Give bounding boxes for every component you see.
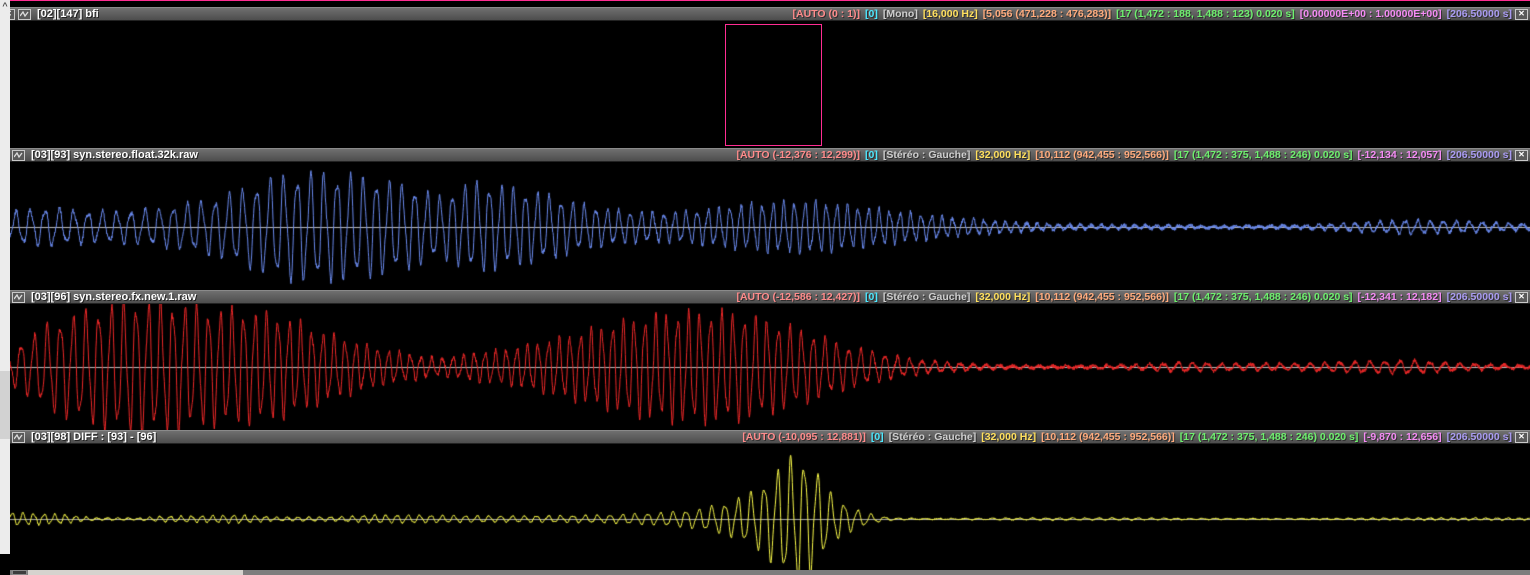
status-field: [17 (1,472 : 375, 1,488 : 246) 0.020 s] (1174, 291, 1353, 303)
status-field: [Stéréo : Gauche] (883, 149, 971, 161)
status-field: [206.50000 s] (1447, 291, 1512, 303)
status-row: [AUTO (-10,095 : 12,881)] [0] [Stéréo : Ga… (742, 431, 1512, 443)
status-field: [10,112 (942,455 : 952,566)] (1035, 149, 1169, 161)
status-field: [206.50000 s] (1447, 8, 1512, 20)
titlebar-track-1[interactable]: ✕ [02][147] bfi [AUTO (0 : 1)][0][Mono][… (0, 7, 1530, 21)
track-menu-icon[interactable] (12, 432, 25, 443)
status-row: [AUTO (-12,376 : 12,299)] [0] [Stéréo : Ga… (736, 149, 1512, 161)
waveform-view-track-4[interactable] (10, 444, 1530, 570)
waveform-canvas-blue[interactable] (10, 162, 1530, 290)
status-field: [Mono] (883, 8, 918, 20)
status-field: [10,112 (942,455 : 952,566)] (1035, 291, 1169, 303)
status-field: [32,000 Hz] (981, 431, 1036, 443)
status-field: [10,112 (942,455 : 952,566)] (1041, 431, 1175, 443)
track-title: [03][98] DIFF : [93] - [96] (31, 431, 156, 443)
status-field: [0] (865, 149, 878, 161)
close-icon[interactable]: ✕ (1515, 9, 1528, 20)
titlebar-track-2[interactable]: [03][93] syn.stereo.float.32k.raw [AUTO … (10, 148, 1530, 162)
status-field: [Stéréo : Gauche] (889, 431, 977, 443)
status-field: [0] (865, 291, 878, 303)
audio-editor-window: ✕ [02][147] bfi [AUTO (0 : 1)][0][Mono][… (0, 0, 1530, 575)
titlebar-track-4[interactable]: [03][98] DIFF : [93] - [96] [AUTO (-10,0… (10, 430, 1530, 444)
track-menu-icon[interactable] (12, 292, 25, 303)
status-field: [AUTO (-12,376 : 12,299)] (736, 149, 860, 161)
track-title: [03][93] syn.stereo.float.32k.raw (31, 149, 198, 161)
status-field: [17 (1,472 : 375, 1,488 : 246) 0.020 s] (1174, 149, 1353, 161)
status-field: [17 (1,472 : 375, 1,488 : 246) 0.020 s] (1180, 431, 1359, 443)
status-field: [5,056 (471,228 : 476,283)] (983, 8, 1111, 20)
zoom-selection-rect (725, 24, 822, 146)
status-field: [0] (871, 431, 884, 443)
selection-bottom-line (0, 0, 1530, 1)
waveform-view-track-1[interactable] (10, 21, 1530, 146)
horizontal-scroll-button[interactable] (12, 570, 27, 575)
waveform-view-track-2[interactable] (10, 162, 1530, 290)
waveform-view-track-3[interactable] (10, 304, 1530, 430)
status-field: [0] (865, 8, 878, 20)
status-field: [AUTO (-10,095 : 12,881)] (742, 431, 866, 443)
status-field: [0.00000E+00 : 1.00000E+00] (1300, 8, 1442, 20)
close-icon[interactable]: ✕ (1515, 432, 1528, 443)
titlebar-track-3[interactable]: [03][96] syn.stereo.fx.new.1.raw [AUTO (… (10, 290, 1530, 304)
status-field: [Stéréo : Gauche] (883, 291, 971, 303)
vertical-scrollbar[interactable]: ^ (0, 0, 10, 554)
waveform-canvas-yellow[interactable] (10, 444, 1530, 570)
track-title: [02][147] bfi (37, 8, 99, 20)
status-field: [16,000 Hz] (923, 8, 978, 20)
scroll-up-icon[interactable]: ^ (0, 1, 10, 11)
status-field: [-9,870 : 12,656] (1363, 431, 1441, 443)
track-menu-icon[interactable] (12, 150, 25, 161)
vertical-scrollbar-thumb[interactable] (0, 371, 10, 439)
status-field: [AUTO (0 : 1)] (793, 8, 860, 20)
status-field: [-12,134 : 12,057] (1358, 149, 1442, 161)
status-field: [-12,341 : 12,182] (1358, 291, 1442, 303)
close-icon[interactable]: ✕ (1515, 150, 1528, 161)
waveform-canvas-red[interactable] (10, 304, 1530, 430)
status-field: [206.50000 s] (1447, 431, 1512, 443)
status-field: [206.50000 s] (1447, 149, 1512, 161)
track-title: [03][96] syn.stereo.fx.new.1.raw (31, 291, 196, 303)
status-field: [AUTO (-12,586 : 12,427)] (736, 291, 860, 303)
status-row: [AUTO (0 : 1)] [0] [Mono] [16,000 Hz] [5,056… (793, 8, 1512, 20)
close-icon[interactable]: ✕ (1515, 292, 1528, 303)
status-row: [AUTO (-12,586 : 12,427)] [0] [Stéréo : Ga… (736, 291, 1512, 303)
status-field: [32,000 Hz] (975, 149, 1030, 161)
track-menu-icon[interactable] (18, 9, 31, 20)
status-field: [17 (1,472 : 188, 1,488 : 123) 0.020 s] (1116, 8, 1295, 20)
horizontal-scrollbar-thumb[interactable] (28, 570, 243, 575)
horizontal-scrollbar[interactable] (10, 570, 1530, 575)
status-field: [32,000 Hz] (975, 291, 1030, 303)
